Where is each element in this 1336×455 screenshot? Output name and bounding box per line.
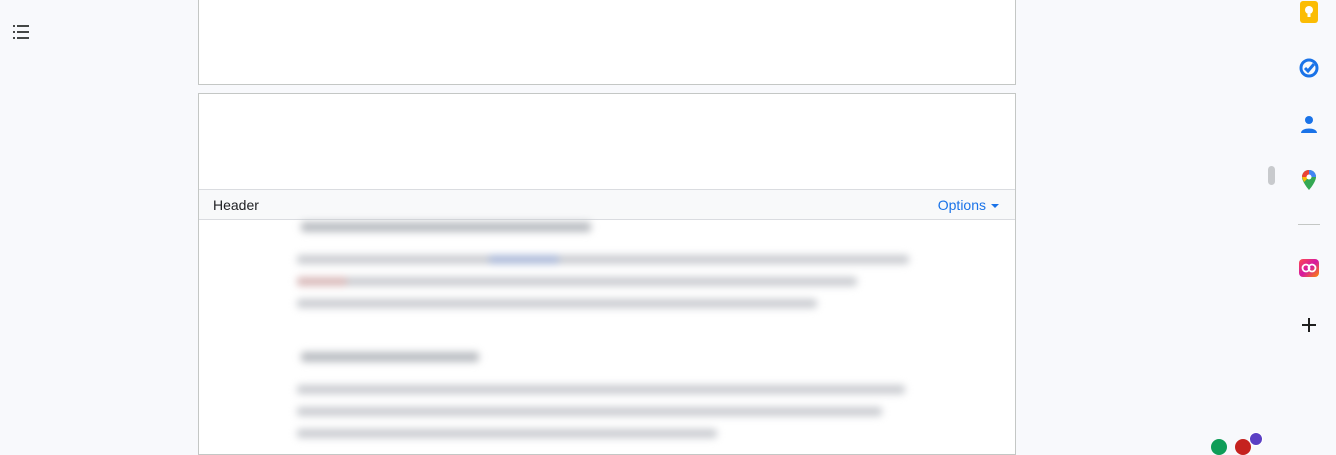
side-panel-divider [1298,224,1320,225]
header-label: Header [213,196,259,213]
tasks-icon[interactable] [1297,56,1321,80]
blurred-document-content [289,222,929,454]
keep-icon[interactable] [1297,0,1321,24]
header-options-button[interactable]: Options [938,197,999,213]
scrollbar-thumb[interactable] [1268,166,1275,185]
page-header-bar: Header Options [199,189,1015,220]
avatar [1211,439,1227,455]
side-panel [1282,0,1336,443]
collaborator-avatars[interactable] [1207,432,1267,455]
caret-down-icon [991,203,999,208]
creative-cloud-icon[interactable] [1297,256,1321,280]
document-page[interactable]: Header Options [198,93,1016,455]
list-icon [13,25,29,39]
options-label: Options [937,196,986,213]
add-collaborator-icon [1249,432,1263,446]
document-outline-button[interactable] [10,22,34,42]
contacts-icon[interactable] [1297,112,1321,136]
maps-icon[interactable] [1297,168,1321,192]
add-icon[interactable] [1297,313,1321,337]
previous-page [198,0,1016,85]
